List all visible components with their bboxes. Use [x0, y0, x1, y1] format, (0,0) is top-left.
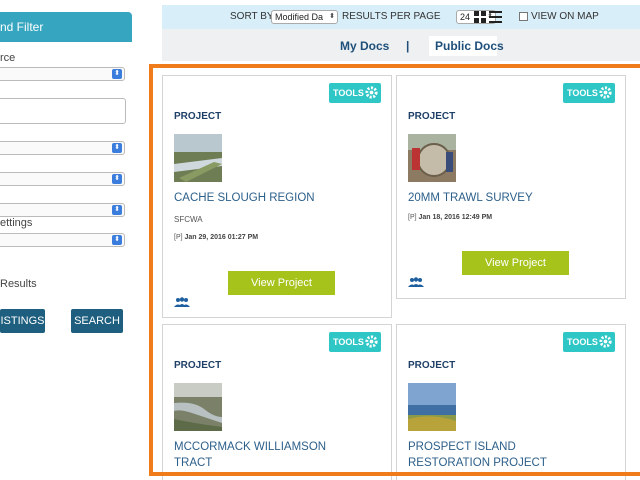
sort-select[interactable]: Modified Da ⬍: [271, 10, 338, 24]
filter-select-2[interactable]: ⬍: [0, 172, 125, 186]
listings-button[interactable]: ISTINGS: [0, 309, 45, 333]
select-arrows-icon: ⬍: [112, 69, 122, 79]
sort-by-label: SORT BY: [230, 11, 274, 22]
tab-my-docs[interactable]: My Docs: [340, 39, 389, 53]
source-label: rce: [0, 52, 16, 64]
view-on-map-checkbox[interactable]: [519, 12, 528, 21]
list-view-icon[interactable]: [489, 11, 502, 23]
select-arrows-icon: ⬍: [112, 143, 122, 153]
sort-toolbar: SORT BY Modified Da ⬍ RESULTS PER PAGE 24…: [162, 5, 640, 29]
settings-select[interactable]: ⬍: [0, 233, 125, 247]
filter-sidebar: nd Filter rce ⬍ ⬍ ⬍ ⬍ ettings ⬍ Results …: [0, 0, 140, 480]
search-button[interactable]: SEARCH: [71, 309, 123, 333]
sidebar-header: nd Filter: [0, 12, 132, 42]
filter-select-3[interactable]: ⬍: [0, 203, 125, 217]
results-label: Results: [0, 278, 37, 290]
select-arrows-icon: ⬍: [112, 174, 122, 184]
source-select[interactable]: ⬍: [0, 67, 125, 81]
select-arrows-icon: ⬍: [329, 13, 335, 20]
sort-select-value: Modified Da: [275, 12, 324, 22]
view-on-map-label: VIEW ON MAP: [531, 11, 599, 22]
results-per-page-value: 24: [460, 12, 471, 22]
grid-view-icon[interactable]: [474, 11, 486, 23]
results-per-page-label: RESULTS PER PAGE: [342, 11, 441, 22]
select-arrows-icon: ⬍: [112, 235, 122, 245]
select-arrows-icon: ⬍: [112, 205, 122, 215]
doc-tabs-bar: [162, 29, 640, 61]
highlight-frame: [149, 64, 640, 476]
tab-public-docs[interactable]: Public Docs: [435, 39, 504, 53]
filter-select-1[interactable]: ⬍: [0, 141, 125, 155]
settings-label: ettings: [0, 217, 33, 229]
tab-separator: |: [406, 39, 410, 53]
filter-text-input[interactable]: [0, 98, 126, 124]
